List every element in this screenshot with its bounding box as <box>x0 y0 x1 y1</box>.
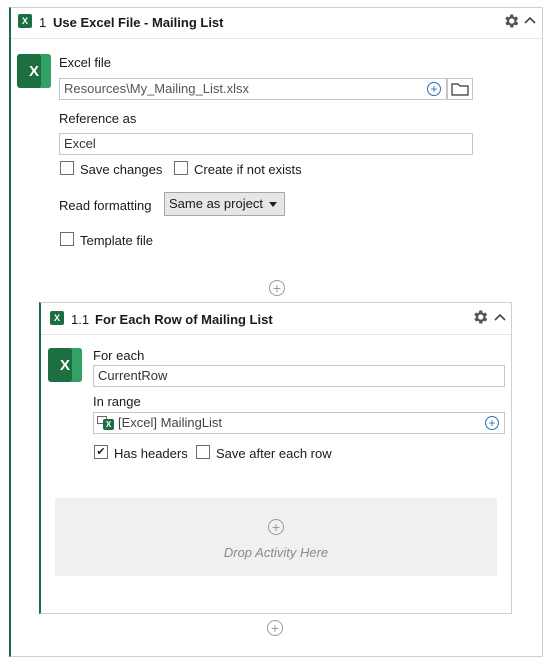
excel-icon: X <box>50 311 64 325</box>
drop-activity-zone[interactable] <box>55 498 497 576</box>
plus-circle-icon[interactable]: + <box>269 280 285 296</box>
excel-file-label: Excel file <box>59 55 112 70</box>
has-headers-checkbox[interactable]: ✔ <box>94 445 108 459</box>
excel-file-field[interactable]: Resources\My_Mailing_List.xlsx <box>59 78 447 100</box>
reference-as-label: Reference as <box>59 111 137 126</box>
plus-circle-icon[interactable]: + <box>485 416 499 430</box>
plus-circle-icon[interactable]: + <box>427 82 441 96</box>
plus-circle-icon[interactable]: + <box>268 519 284 535</box>
activity-index: 1.1 <box>71 312 90 327</box>
template-file-label: Template file <box>80 233 153 248</box>
save-after-each-row-checkbox[interactable] <box>196 445 210 459</box>
save-changes-label: Save changes <box>80 162 163 177</box>
chevron-up-icon[interactable] <box>523 14 537 28</box>
dropdown-arrow-icon <box>269 202 277 207</box>
save-changes-checkbox[interactable] <box>60 161 74 175</box>
reference-as-field[interactable]: Excel <box>59 133 473 155</box>
browse-folder-button[interactable] <box>447 78 473 100</box>
read-formatting-value: Same as project <box>169 196 263 211</box>
create-if-not-exists-label: Create if not exists <box>194 162 302 177</box>
for-each-field[interactable]: CurrentRow <box>93 365 505 387</box>
excel-icon: X <box>17 54 51 88</box>
in-range-value: [Excel] MailingList <box>118 415 223 430</box>
in-range-label: In range <box>93 394 141 409</box>
for-each-label: For each <box>93 348 145 363</box>
chevron-up-icon[interactable] <box>493 311 507 325</box>
read-formatting-dropdown[interactable]: Same as project <box>164 192 285 216</box>
folder-icon <box>451 83 469 96</box>
activity-title: Use Excel File - Mailing List <box>53 15 224 30</box>
excel-icon: X <box>18 14 32 28</box>
activity-title: For Each Row of Mailing List <box>95 312 273 327</box>
has-headers-label: Has headers <box>114 446 188 461</box>
drop-activity-text: Drop Activity Here <box>223 545 329 560</box>
plus-circle-icon[interactable]: + <box>267 620 283 636</box>
create-if-not-exists-checkbox[interactable] <box>174 161 188 175</box>
gear-icon[interactable] <box>502 12 520 30</box>
activity-index: 1 <box>39 15 47 30</box>
excel-range-icon: X <box>97 416 115 430</box>
template-file-checkbox[interactable] <box>60 232 74 246</box>
save-after-each-row-label: Save after each row <box>216 446 332 461</box>
gear-icon[interactable] <box>471 308 489 326</box>
excel-icon: X <box>48 348 82 382</box>
read-formatting-label: Read formatting <box>59 198 152 213</box>
in-range-field[interactable]: [Excel] MailingList <box>93 412 505 434</box>
